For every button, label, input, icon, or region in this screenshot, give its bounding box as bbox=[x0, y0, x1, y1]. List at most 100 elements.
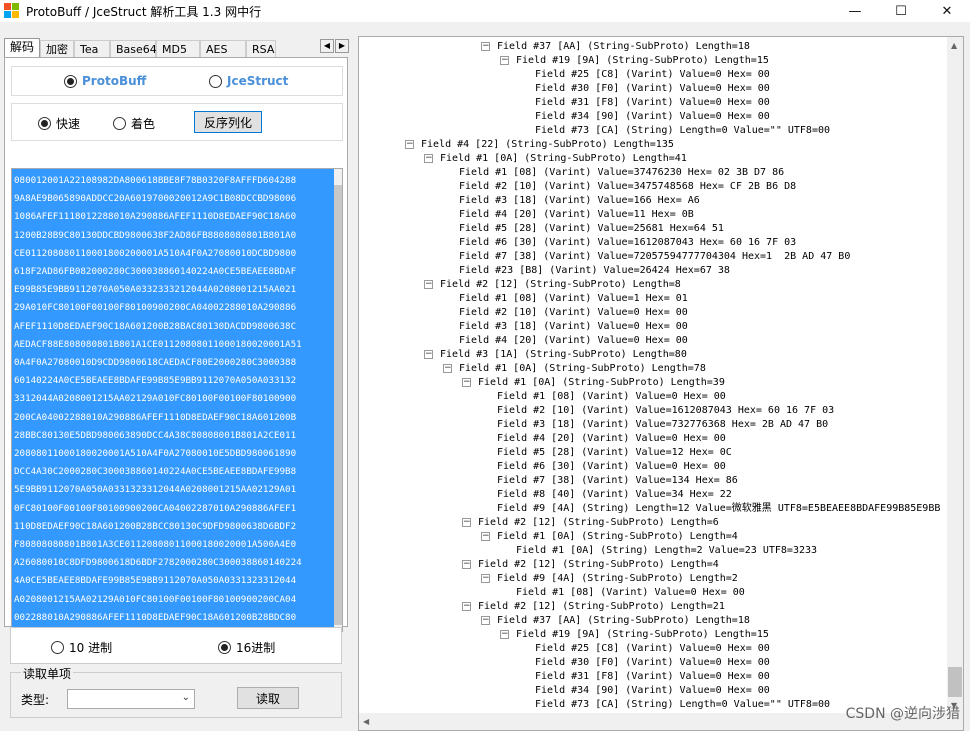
tree-node[interactable]: Field #1 [0A] (String-SubProto) Length=4… bbox=[440, 152, 687, 166]
collapse-toggle-icon[interactable]: − bbox=[500, 630, 509, 639]
tree-node[interactable]: Field #2 [12] (String-SubProto) Length=8 bbox=[440, 278, 681, 292]
tree-node[interactable]: Field #31 [F8] (Varint) Value=0 Hex= 00 bbox=[535, 670, 770, 684]
logo-red bbox=[4, 3, 11, 10]
vertical-scrollbar[interactable]: ▲ ▼ bbox=[947, 37, 963, 713]
tree-node[interactable]: Field #34 [90] (Varint) Value=0 Hex= 00 bbox=[535, 110, 770, 124]
tree-node[interactable]: Field #1 [0A] (String) Length=2 Value=23… bbox=[516, 544, 817, 558]
tree-node[interactable]: Field #7 [38] (Varint) Value=72057594777… bbox=[459, 250, 850, 264]
tab-scroll-left-icon[interactable]: ◀ bbox=[320, 39, 334, 53]
tab-aes[interactable]: AES bbox=[200, 40, 247, 58]
tree-node[interactable]: Field #2 [10] (Varint) Value=0 Hex= 00 bbox=[459, 306, 688, 320]
collapse-toggle-icon[interactable]: − bbox=[462, 602, 471, 611]
tree-node[interactable]: Field #4 [20] (Varint) Value=11 Hex= 0B bbox=[459, 208, 694, 222]
tree-node[interactable]: Field #34 [90] (Varint) Value=0 Hex= 00 bbox=[535, 684, 770, 698]
collapse-toggle-icon[interactable]: − bbox=[424, 154, 433, 163]
fast-label: 快速 bbox=[56, 117, 81, 131]
tree-node[interactable]: Field #2 [12] (String-SubProto) Length=2… bbox=[478, 600, 725, 614]
vertical-scroll-thumb[interactable] bbox=[948, 667, 962, 697]
collapse-toggle-icon[interactable]: − bbox=[405, 140, 414, 149]
tree-node[interactable]: Field #1 [0A] (String-SubProto) Length=4 bbox=[497, 530, 738, 544]
maximize-button[interactable]: ☐ bbox=[878, 0, 924, 22]
collapse-toggle-icon[interactable]: − bbox=[424, 280, 433, 289]
close-button[interactable]: ✕ bbox=[924, 0, 970, 22]
tree-node[interactable]: Field #8 [40] (Varint) Value=34 Hex= 22 bbox=[497, 488, 732, 502]
tree-node[interactable]: Field #5 [28] (Varint) Value=12 Hex= 0C bbox=[497, 446, 732, 460]
collapse-toggle-icon[interactable]: − bbox=[481, 42, 490, 51]
hexadecimal-radio[interactable]: 16进制 bbox=[218, 639, 275, 656]
parse-tree[interactable]: − Field #37 [AA] (String-SubProto) Length… bbox=[359, 37, 949, 713]
collapse-toggle-icon[interactable]: − bbox=[462, 378, 471, 387]
tree-node[interactable]: Field #2 [12] (String-SubProto) Length=6 bbox=[478, 516, 719, 530]
decimal-radio[interactable]: 10 进制 bbox=[51, 639, 112, 656]
tab-decode[interactable]: 解码 bbox=[4, 38, 41, 58]
tab-rsa[interactable]: RSA bbox=[246, 40, 277, 58]
tree-node[interactable]: Field #37 [AA] (String-SubProto) Length=… bbox=[497, 40, 750, 54]
collapse-toggle-icon[interactable]: − bbox=[462, 518, 471, 527]
tree-node[interactable]: Field #1 [08] (Varint) Value=0 Hex= 00 bbox=[516, 586, 745, 600]
tree-node[interactable]: Field #6 [30] (Varint) Value=0 Hex= 00 bbox=[497, 460, 726, 474]
tree-node[interactable]: Field #30 [F0] (Varint) Value=0 Hex= 00 bbox=[535, 656, 770, 670]
type-select[interactable]: ⌄ bbox=[67, 689, 195, 709]
collapse-toggle-icon[interactable]: − bbox=[481, 616, 490, 625]
tree-node[interactable]: Field #4 [20] (Varint) Value=0 Hex= 00 bbox=[497, 432, 726, 446]
tab-base64[interactable]: Base64 bbox=[110, 40, 157, 58]
tree-node[interactable]: Field #2 [10] (Varint) Value=3475748568 … bbox=[459, 180, 796, 194]
collapse-toggle-icon[interactable]: − bbox=[462, 560, 471, 569]
color-radio[interactable]: 着色 bbox=[113, 115, 155, 132]
tree-node[interactable]: Field #73 [CA] (String) Length=0 Value="… bbox=[535, 124, 830, 138]
fast-radio[interactable]: 快速 bbox=[38, 115, 80, 132]
tree-node[interactable]: Field #25 [C8] (Varint) Value=0 Hex= 00 bbox=[535, 642, 770, 656]
tree-node[interactable]: Field #1 [08] (Varint) Value=1 Hex= 01 bbox=[459, 292, 688, 306]
tree-node[interactable]: Field #3 [18] (Varint) Value=732776368 H… bbox=[497, 418, 828, 432]
tree-node[interactable]: Field #1 [08] (Varint) Value=37476230 He… bbox=[459, 166, 784, 180]
tree-node[interactable]: Field #5 [28] (Varint) Value=25681 Hex=6… bbox=[459, 222, 724, 236]
jcestruct-label: JceStruct bbox=[227, 74, 289, 88]
tree-node[interactable]: Field #23 [B8] (Varint) Value=26424 Hex=… bbox=[459, 264, 730, 278]
protobuf-radio[interactable]: ProtoBuff bbox=[64, 74, 146, 88]
tree-node[interactable]: Field #73 [CA] (String) Length=0 Value="… bbox=[535, 698, 830, 712]
tree-node[interactable]: Field #4 [22] (String-SubProto) Length=1… bbox=[421, 138, 674, 152]
tree-node[interactable]: Field #4 [20] (Varint) Value=0 Hex= 00 bbox=[459, 334, 688, 348]
tree-node[interactable]: Field #3 [18] (Varint) Value=0 Hex= 00 bbox=[459, 320, 688, 334]
collapse-toggle-icon[interactable]: − bbox=[500, 56, 509, 65]
tree-node[interactable]: Field #7 [38] (Varint) Value=134 Hex= 86 bbox=[497, 474, 738, 488]
tree-node[interactable]: Field #2 [10] (Varint) Value=1612087043 … bbox=[497, 404, 834, 418]
hex-input-text[interactable]: 080012001A22108982DA800618BBE8F78B0320F8… bbox=[12, 169, 336, 631]
scroll-left-icon[interactable]: ◀ bbox=[363, 717, 369, 726]
tree-node[interactable]: Field #31 [F8] (Varint) Value=0 Hex= 00 bbox=[535, 96, 770, 110]
tab-tea[interactable]: Tea bbox=[74, 40, 111, 58]
hex-scrollbar[interactable] bbox=[334, 169, 342, 631]
tree-node[interactable]: Field #37 [AA] (String-SubProto) Length=… bbox=[497, 614, 750, 628]
tree-node[interactable]: Field #1 [0A] (String-SubProto) Length=7… bbox=[459, 362, 706, 376]
jcestruct-radio[interactable]: JceStruct bbox=[209, 74, 288, 88]
collapse-toggle-icon[interactable]: − bbox=[424, 350, 433, 359]
collapse-toggle-icon[interactable]: − bbox=[443, 364, 452, 373]
collapse-toggle-icon[interactable]: − bbox=[481, 574, 490, 583]
tab-md5[interactable]: MD5 bbox=[156, 40, 201, 58]
hex-input-area[interactable]: 080012001A22108982DA800618BBE8F78B0320F8… bbox=[11, 168, 343, 632]
tab-encrypt[interactable]: 加密 bbox=[40, 40, 75, 58]
tree-node[interactable]: Field #3 [1A] (String-SubProto) Length=8… bbox=[440, 348, 687, 362]
radix-group: 10 进制 16进制 bbox=[10, 627, 342, 664]
hex-scroll-thumb[interactable] bbox=[334, 185, 342, 625]
title-bar[interactable]: ProtoBuff / JceStruct 解析工具 1.3 网中行 — ☐ ✕ bbox=[0, 0, 970, 22]
format-group: ProtoBuff JceStruct bbox=[11, 66, 343, 96]
tree-node[interactable]: Field #2 [12] (String-SubProto) Length=4 bbox=[478, 558, 719, 572]
tree-node[interactable]: Field #9 [4A] (String-SubProto) Length=2 bbox=[497, 572, 738, 586]
tab-scroll-right-icon[interactable]: ▶ bbox=[335, 39, 349, 53]
deserialize-button[interactable]: 反序列化 bbox=[194, 111, 262, 133]
tree-node[interactable]: Field #1 [08] (Varint) Value=0 Hex= 00 bbox=[497, 390, 726, 404]
single-read-group: 读取单项 类型: ⌄ 读取 bbox=[10, 665, 342, 718]
scroll-up-icon[interactable]: ▲ bbox=[951, 41, 957, 50]
tree-node[interactable]: Field #9 [4A] (String) Length=12 Value=微… bbox=[497, 502, 940, 516]
minimize-button[interactable]: — bbox=[832, 0, 878, 22]
read-button[interactable]: 读取 bbox=[237, 687, 299, 709]
tree-node[interactable]: Field #25 [C8] (Varint) Value=0 Hex= 00 bbox=[535, 68, 770, 82]
collapse-toggle-icon[interactable]: − bbox=[481, 532, 490, 541]
tree-node[interactable]: Field #1 [0A] (String-SubProto) Length=3… bbox=[478, 376, 725, 390]
tree-node[interactable]: Field #30 [F0] (Varint) Value=0 Hex= 00 bbox=[535, 82, 770, 96]
tree-node[interactable]: Field #6 [30] (Varint) Value=1612087043 … bbox=[459, 236, 796, 250]
tree-node[interactable]: Field #19 [9A] (String-SubProto) Length=… bbox=[516, 628, 769, 642]
tree-node[interactable]: Field #3 [18] (Varint) Value=166 Hex= A6 bbox=[459, 194, 700, 208]
tree-node[interactable]: Field #19 [9A] (String-SubProto) Length=… bbox=[516, 54, 769, 68]
